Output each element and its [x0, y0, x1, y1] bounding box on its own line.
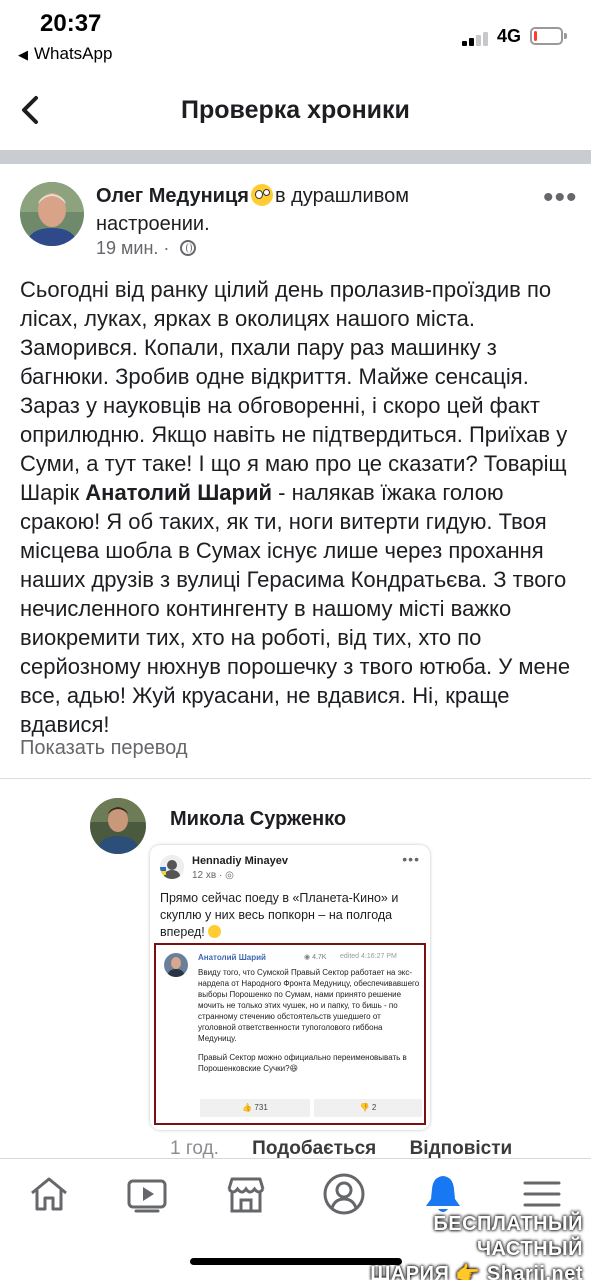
post-text-part: Сьогодні від ранку цілий день пролазив-п…: [20, 277, 568, 505]
post-meta: 19 мин. ·: [96, 238, 197, 259]
tab-profile[interactable]: [321, 1171, 367, 1217]
tagged-person[interactable]: Анатолий Шарий: [85, 480, 272, 505]
comment-time[interactable]: 1 год.: [170, 1138, 219, 1159]
thumbs-down-icon: 👎: [359, 1103, 370, 1112]
goofy-face-icon: [250, 184, 273, 206]
globe-icon: [180, 240, 197, 256]
more-options-icon[interactable]: •••: [543, 183, 578, 213]
quoted-views: ◉ 4.7K: [304, 953, 326, 961]
eye-icon: ◉: [304, 954, 311, 961]
screenshot-time-text: 12 хв: [192, 870, 217, 881]
laughing-emoji-icon: 😆: [289, 1064, 298, 1073]
quoted-author-avatar: [164, 953, 188, 977]
back-triangle-icon: ◀: [18, 47, 28, 62]
globe-icon: ◎: [225, 870, 234, 881]
quoted-likes: 731: [254, 1103, 268, 1112]
signal-icon: [462, 30, 492, 46]
screenshot-author-avatar: [160, 855, 184, 879]
post-text: Сьогодні від ранку цілий день пролазив-п…: [20, 275, 575, 739]
tab-notifications[interactable]: [420, 1171, 466, 1217]
back-app-label: WhatsApp: [34, 44, 113, 63]
video-icon: [127, 1179, 167, 1213]
screenshot-more-icon: •••: [402, 851, 420, 867]
page-title: Проверка хроники: [181, 96, 410, 124]
smile-emoji-icon: [208, 925, 222, 938]
post-divider: [0, 778, 591, 779]
quoted-dislikes: 2: [371, 1103, 377, 1112]
screenshot-text: Прямо сейчас поеду в «Планета-Кино» и ск…: [160, 890, 422, 941]
quoted-like-count: 👍 731: [200, 1099, 310, 1117]
quoted-paragraph: Ввиду того, что Сумской Правый Сектор ра…: [198, 968, 420, 1043]
quoted-author-name: Анатолий Шарий: [198, 953, 266, 962]
comment-actions: 1 год. Подобається Відповісти: [170, 1138, 512, 1160]
commenter-name[interactable]: Микола Сурженко: [170, 808, 346, 831]
menu-icon: [523, 1181, 561, 1207]
show-translation-link[interactable]: Показать перевод: [20, 737, 188, 760]
thumbs-up-icon: 👍: [242, 1103, 253, 1112]
author-avatar[interactable]: [20, 182, 84, 246]
notifications-icon: [426, 1176, 460, 1212]
reply-comment-button[interactable]: Відповісти: [410, 1138, 513, 1159]
quoted-paragraph: Правый Сектор можно официально переимено…: [198, 1052, 420, 1074]
header-divider: [0, 150, 591, 164]
home-icon: [31, 1177, 67, 1211]
post-time[interactable]: 19 мин.: [96, 238, 158, 258]
page-header: Проверка хроники: [0, 72, 591, 150]
status-bar: 20:37 ◀ WhatsApp 4G: [0, 0, 591, 72]
post-author-name[interactable]: Олег Медуниця: [96, 185, 249, 207]
quoted-views-count: 4.7K: [312, 954, 327, 961]
clock: 20:37: [40, 10, 102, 37]
watermark-line: БЕСПЛАТНЫЙ ЧАСТНЫЙ: [433, 1213, 583, 1260]
network-type: 4G: [497, 26, 522, 46]
post-author-line: Олег Медуниця в дурашливом настроении.: [96, 182, 516, 238]
comment-image[interactable]: Hennadiy Minayev 12 хв · ◎ ••• Прямо сей…: [150, 845, 430, 1130]
marketplace-icon: [227, 1177, 265, 1213]
tab-home[interactable]: [26, 1171, 72, 1217]
screenshot-time: 12 хв · ◎: [192, 870, 234, 881]
screenshot-text-body: Прямо сейчас поеду в «Планета-Кино» и ск…: [160, 891, 399, 939]
tab-video[interactable]: [124, 1171, 170, 1217]
back-to-app-link[interactable]: ◀ WhatsApp: [18, 44, 112, 64]
tab-marketplace[interactable]: [223, 1171, 269, 1217]
post-text-part: - налякав їжака голою сракою! Я об таких…: [20, 480, 571, 737]
tab-menu[interactable]: [519, 1171, 565, 1217]
like-comment-button[interactable]: Подобається: [252, 1138, 376, 1159]
battery-icon: [530, 27, 567, 45]
quoted-paragraph-text: Правый Сектор можно официально переимено…: [198, 1053, 407, 1073]
quoted-edited: edited 4:16:27 PM: [340, 953, 397, 960]
screenshot-author-name: Hennadiy Minayev: [192, 855, 288, 867]
quoted-dislike-count: 👎 2: [314, 1099, 422, 1117]
home-indicator[interactable]: [190, 1258, 402, 1265]
quoted-text: Ввиду того, что Сумской Правый Сектор ра…: [198, 967, 420, 1082]
commenter-avatar[interactable]: [90, 798, 146, 854]
quoted-post: Анатолий Шарий ◉ 4.7K edited 4:16:27 PM …: [154, 943, 426, 1125]
profile-icon: [323, 1173, 365, 1215]
